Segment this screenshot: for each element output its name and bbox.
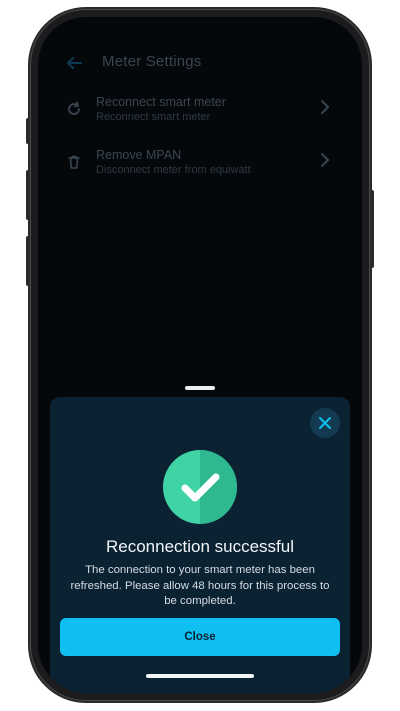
chevron-right-icon bbox=[318, 152, 332, 168]
phone-screen: Meter Settings Reconnect smart meter Rec… bbox=[38, 17, 362, 693]
arrow-left-icon bbox=[67, 57, 82, 69]
volume-down-button bbox=[26, 236, 30, 286]
app-header: Meter Settings bbox=[38, 17, 362, 87]
check-circle-icon bbox=[163, 450, 237, 524]
refresh-icon bbox=[66, 101, 82, 117]
sheet-drag-handle[interactable] bbox=[185, 386, 215, 390]
settings-item-subtitle: Reconnect smart meter bbox=[96, 111, 211, 123]
settings-item-reconnect[interactable]: Reconnect smart meter Reconnect smart me… bbox=[38, 95, 362, 141]
page-title: Meter Settings bbox=[102, 53, 202, 70]
volume-up-button bbox=[26, 170, 30, 220]
success-bottom-sheet: Reconnection successful The connection t… bbox=[50, 397, 350, 693]
mute-switch bbox=[26, 118, 30, 144]
close-button[interactable] bbox=[310, 408, 340, 438]
settings-item-subtitle: Disconnect meter from equiwatt bbox=[96, 164, 251, 176]
close-action-button[interactable]: Close bbox=[60, 618, 340, 656]
chevron-right-icon bbox=[318, 99, 332, 115]
home-indicator bbox=[146, 674, 254, 678]
settings-item-title: Reconnect smart meter bbox=[96, 95, 226, 109]
trash-icon bbox=[66, 154, 82, 170]
modal-message: The connection to your smart meter has b… bbox=[70, 564, 330, 607]
settings-item-title: Remove MPAN bbox=[96, 148, 182, 162]
close-icon bbox=[319, 417, 331, 429]
stage: Meter Settings Reconnect smart meter Rec… bbox=[0, 0, 400, 711]
power-button bbox=[370, 190, 374, 268]
modal-title: Reconnection successful bbox=[105, 537, 295, 556]
settings-item-remove-mpan[interactable]: Remove MPAN Disconnect meter from equiwa… bbox=[38, 148, 362, 194]
back-button[interactable] bbox=[62, 51, 86, 75]
